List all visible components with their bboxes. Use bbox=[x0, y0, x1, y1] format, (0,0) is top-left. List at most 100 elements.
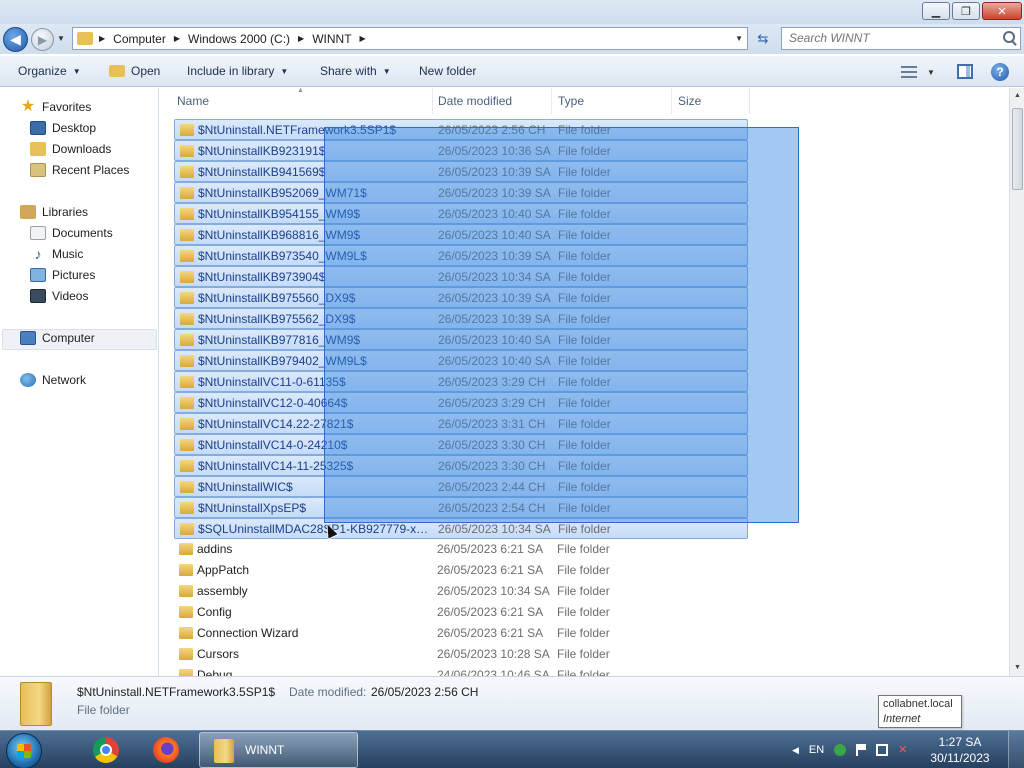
breadcrumb-computer[interactable]: Computer bbox=[113, 32, 166, 46]
search-icon[interactable] bbox=[1003, 31, 1015, 43]
recent-places-icon bbox=[30, 163, 46, 177]
nav-pictures[interactable]: Pictures bbox=[30, 265, 95, 285]
nav-documents[interactable]: Documents bbox=[30, 223, 113, 243]
folder-icon bbox=[180, 355, 194, 367]
open-button[interactable]: Open bbox=[109, 64, 160, 78]
system-clock[interactable]: 1:27 SA 30/11/2023 bbox=[930, 734, 990, 766]
downloads-folder-icon bbox=[30, 142, 46, 156]
nav-downloads[interactable]: Downloads bbox=[30, 139, 111, 159]
show-hidden-icons-icon[interactable]: ◀ bbox=[792, 745, 799, 756]
file-name: addins bbox=[197, 542, 233, 556]
folder-icon bbox=[214, 739, 234, 763]
file-type: File folder bbox=[557, 584, 610, 598]
file-row[interactable]: assembly 26/05/2023 10:34 SA File folder bbox=[174, 581, 748, 602]
breadcrumb-winnt[interactable]: WINNT bbox=[312, 32, 351, 46]
column-label: Type bbox=[558, 94, 585, 108]
include-in-library-button[interactable]: Include in library ▼ bbox=[187, 64, 288, 78]
clock-time: 1:27 SA bbox=[938, 735, 982, 749]
show-desktop-button[interactable] bbox=[1008, 731, 1024, 768]
nav-music[interactable]: ♪ Music bbox=[30, 244, 84, 264]
refresh-button[interactable]: ⇆ bbox=[752, 31, 774, 49]
folder-icon bbox=[179, 606, 193, 618]
start-button[interactable] bbox=[6, 733, 42, 768]
explorer-taskbar-button[interactable]: WINNT bbox=[199, 732, 358, 768]
maximize-button[interactable]: ❐ bbox=[952, 2, 980, 20]
new-folder-button[interactable]: New folder bbox=[419, 64, 476, 78]
folder-icon bbox=[179, 564, 193, 576]
file-row[interactable]: Debug 24/06/2023 10:46 SA File folder bbox=[174, 665, 748, 676]
back-button[interactable]: ◀ bbox=[3, 27, 28, 52]
recent-pages-dropdown[interactable]: ▼ bbox=[57, 34, 65, 43]
taskbar: WINNT ◀ EN ✕ 1:27 SA 30/11/2023 bbox=[0, 730, 1024, 768]
folder-icon bbox=[180, 292, 194, 304]
nav-recent-places[interactable]: Recent Places bbox=[30, 160, 129, 180]
organize-button[interactable]: Organize ▼ bbox=[18, 64, 81, 78]
help-icon[interactable]: ? bbox=[991, 63, 1009, 81]
address-dropdown-icon[interactable]: ▼ bbox=[735, 34, 743, 43]
chrome-taskbar-button[interactable] bbox=[85, 731, 127, 768]
file-row[interactable]: Connection Wizard 26/05/2023 6:21 SA File … bbox=[174, 623, 748, 644]
scroll-thumb[interactable] bbox=[1012, 108, 1023, 190]
language-indicator[interactable]: EN bbox=[809, 744, 824, 756]
close-button[interactable]: ✕ bbox=[982, 2, 1022, 20]
include-label: Include in library bbox=[187, 64, 275, 78]
chevron-right-icon[interactable]: ▶ bbox=[174, 34, 180, 43]
file-row[interactable]: AppPatch 26/05/2023 6:21 SA File folder bbox=[174, 560, 748, 581]
pictures-icon bbox=[30, 268, 46, 282]
search-box[interactable] bbox=[781, 27, 1021, 50]
folder-icon bbox=[180, 250, 194, 262]
file-name: $SQLUninstallMDAC28SP1-KB927779-x86... bbox=[198, 522, 434, 536]
open-folder-icon bbox=[109, 65, 125, 77]
scroll-down-icon[interactable]: ▼ bbox=[1010, 660, 1024, 676]
column-header-name[interactable]: Name bbox=[171, 88, 433, 114]
nav-label: Recent Places bbox=[52, 163, 130, 177]
nav-label: Videos bbox=[52, 289, 89, 303]
security-icon[interactable] bbox=[834, 744, 847, 756]
explorer-taskbar-label: WINNT bbox=[245, 743, 285, 757]
column-header-size[interactable]: Size bbox=[672, 88, 750, 114]
chevron-right-icon[interactable]: ▶ bbox=[360, 34, 366, 43]
preview-pane-icon[interactable] bbox=[957, 64, 973, 79]
clock-date: 30/11/2023 bbox=[930, 751, 990, 765]
view-options-icon[interactable] bbox=[901, 66, 917, 78]
scroll-up-icon[interactable]: ▲ bbox=[1010, 88, 1024, 104]
folder-icon bbox=[180, 523, 194, 535]
search-input[interactable] bbox=[782, 28, 987, 48]
nav-label: Favorites bbox=[42, 100, 92, 114]
breadcrumb-drive[interactable]: Windows 2000 (C:) bbox=[188, 32, 290, 46]
folder-icon bbox=[180, 397, 194, 409]
nav-favorites[interactable]: ★ Favorites bbox=[20, 97, 92, 117]
star-icon: ★ bbox=[20, 98, 36, 115]
nav-network[interactable]: Network bbox=[20, 370, 86, 390]
nav-computer[interactable]: Computer bbox=[20, 328, 95, 348]
network-status-icon[interactable] bbox=[876, 744, 889, 756]
column-label: Name bbox=[177, 94, 210, 108]
address-bar[interactable]: ▶ Computer ▶ Windows 2000 (C:) ▶ WINNT ▶… bbox=[72, 27, 748, 50]
file-row[interactable]: Config 26/05/2023 6:21 SA File folder bbox=[174, 602, 748, 623]
forward-arrow-icon: ▶ bbox=[37, 32, 48, 47]
nav-desktop[interactable]: Desktop bbox=[30, 118, 96, 138]
nav-label: Computer bbox=[42, 331, 95, 345]
file-name: AppPatch bbox=[197, 563, 250, 577]
share-with-button[interactable]: Share with ▼ bbox=[320, 64, 391, 78]
minimize-button[interactable]: ▁ bbox=[922, 2, 950, 20]
nav-libraries[interactable]: Libraries bbox=[20, 202, 88, 222]
column-header-type[interactable]: Type bbox=[552, 88, 672, 114]
volume-muted-icon[interactable]: ✕ bbox=[898, 744, 910, 756]
nav-videos[interactable]: Videos bbox=[30, 286, 88, 306]
chevron-right-icon[interactable]: ▶ bbox=[99, 34, 105, 43]
view-dropdown-icon[interactable]: ▼ bbox=[927, 68, 935, 77]
forward-button[interactable]: ▶ bbox=[31, 28, 54, 51]
file-row[interactable]: addins 26/05/2023 6:21 SA File folder bbox=[174, 539, 748, 560]
tooltip-line1: collabnet.local bbox=[883, 698, 953, 710]
flag-icon[interactable] bbox=[856, 744, 867, 756]
column-header-date[interactable]: Date modified bbox=[432, 88, 552, 114]
firefox-taskbar-button[interactable] bbox=[145, 731, 187, 768]
file-row[interactable]: Cursors 26/05/2023 10:28 SA File folder bbox=[174, 644, 748, 665]
file-name: Config bbox=[197, 605, 232, 619]
chevron-right-icon[interactable]: ▶ bbox=[298, 34, 304, 43]
file-date: 26/05/2023 6:21 SA bbox=[437, 605, 544, 619]
vertical-scrollbar[interactable]: ▲ ▼ bbox=[1009, 88, 1024, 676]
folder-icon bbox=[180, 166, 194, 178]
title-bar: ▁ ❐ ✕ bbox=[0, 0, 1024, 24]
